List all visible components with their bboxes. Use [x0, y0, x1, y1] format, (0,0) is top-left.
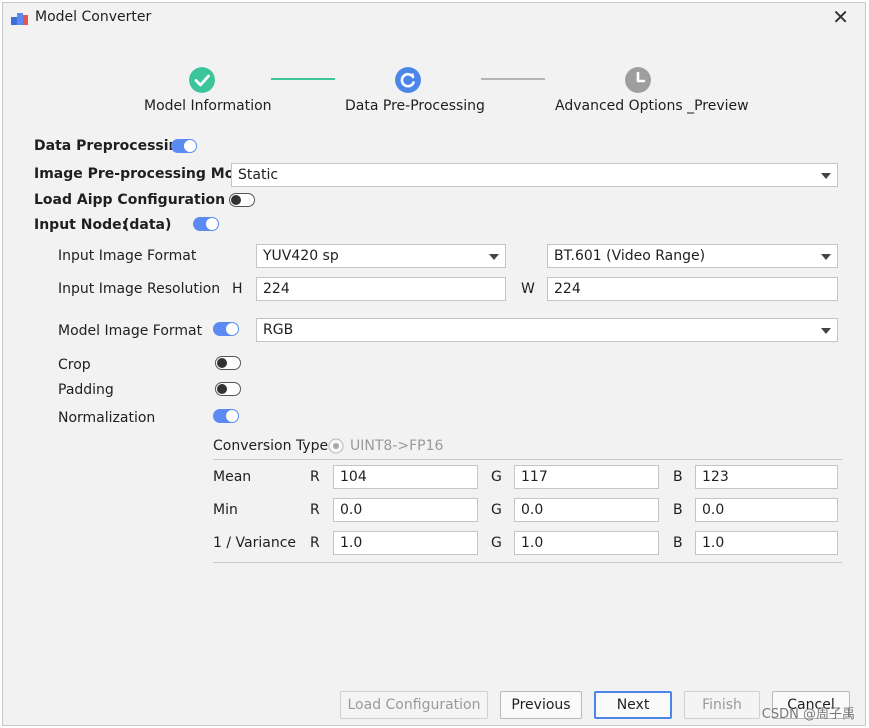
- divider: [213, 459, 842, 460]
- input-image-format-value: YUV420 sp: [263, 248, 339, 264]
- min-r-value: 0.0: [340, 502, 363, 518]
- app-logo-icon: [11, 13, 28, 25]
- channel-r-label: R: [310, 502, 320, 518]
- min-g-value: 0.0: [521, 502, 544, 518]
- input-image-format-select[interactable]: YUV420 sp: [256, 244, 506, 268]
- variance-r-value: 1.0: [340, 535, 363, 551]
- preprocessing-mode-label: Image Pre-processing Mode: [34, 166, 254, 182]
- min-b-value: 0.0: [702, 502, 725, 518]
- divider: [213, 562, 842, 563]
- input-node-toggle[interactable]: [193, 217, 219, 231]
- channel-r-label: R: [310, 469, 320, 485]
- step-label-advanced-options: Advanced Options _Preview: [555, 98, 749, 114]
- input-resolution-label: Input Image Resolution: [58, 281, 221, 297]
- data-preprocessing-toggle[interactable]: [171, 139, 197, 153]
- data-preprocessing-label: Data Preprocessing: [34, 138, 189, 154]
- crop-label: Crop: [58, 357, 91, 373]
- variance-g-value: 1.0: [521, 535, 544, 551]
- load-aipp-label: Load Aipp Configuration: [34, 192, 226, 208]
- model-image-format-toggle[interactable]: [213, 322, 239, 336]
- chevron-down-icon: [821, 173, 831, 179]
- mean-g-input[interactable]: 117: [514, 465, 659, 489]
- channel-g-label: G: [491, 502, 502, 518]
- mean-b-input[interactable]: 123: [695, 465, 838, 489]
- variance-label: 1 / Variance: [213, 535, 297, 551]
- mean-label: Mean: [213, 469, 252, 485]
- model-image-format-value: RGB: [263, 322, 294, 338]
- preprocessing-mode-select[interactable]: Static: [231, 163, 838, 187]
- min-label: Min: [213, 502, 238, 518]
- height-value: 224: [263, 281, 290, 297]
- height-label: H: [232, 281, 243, 297]
- height-input[interactable]: 224: [256, 277, 506, 301]
- channel-b-label: B: [673, 502, 683, 518]
- variance-b-value: 1.0: [702, 535, 725, 551]
- mean-g-value: 117: [521, 469, 548, 485]
- input-node-label: Input Node:: [34, 217, 128, 233]
- model-image-format-select[interactable]: RGB: [256, 318, 838, 342]
- width-label: W: [521, 281, 535, 297]
- chevron-down-icon: [821, 254, 831, 260]
- crop-toggle[interactable]: [215, 356, 241, 370]
- close-icon[interactable]: ✕: [832, 5, 849, 29]
- model-converter-window: Model Converter ✕ Model Information Data…: [2, 2, 866, 726]
- chevron-down-icon: [821, 328, 831, 334]
- padding-toggle[interactable]: [215, 382, 241, 396]
- input-image-format-label: Input Image Format: [58, 248, 197, 264]
- width-value: 224: [554, 281, 581, 297]
- step-connector-done: [271, 78, 335, 80]
- variance-r-input[interactable]: 1.0: [333, 531, 478, 555]
- chevron-down-icon: [489, 254, 499, 260]
- next-button[interactable]: Next: [594, 691, 672, 719]
- variance-b-input[interactable]: 1.0: [695, 531, 838, 555]
- normalization-toggle[interactable]: [213, 409, 239, 423]
- clock-icon: [625, 67, 651, 93]
- conversion-option-label: UINT8->FP16: [350, 438, 444, 454]
- title-bar: Model Converter ✕: [3, 3, 865, 33]
- variance-g-input[interactable]: 1.0: [514, 531, 659, 555]
- window-title: Model Converter: [35, 9, 152, 25]
- conversion-type-label: Conversion Type: [213, 438, 329, 454]
- padding-label: Padding: [58, 382, 114, 398]
- radio-selected-icon[interactable]: [328, 438, 344, 454]
- step-connector-pending: [481, 78, 545, 80]
- channel-g-label: G: [491, 535, 502, 551]
- load-aipp-toggle[interactable]: [229, 193, 255, 207]
- min-b-input[interactable]: 0.0: [695, 498, 838, 522]
- channel-r-label: R: [310, 535, 320, 551]
- mean-b-value: 123: [702, 469, 729, 485]
- min-g-input[interactable]: 0.0: [514, 498, 659, 522]
- refresh-icon: [395, 67, 421, 93]
- finish-button[interactable]: Finish: [684, 691, 760, 719]
- normalization-label: Normalization: [58, 410, 156, 426]
- step-label-model-information: Model Information: [144, 98, 272, 114]
- color-range-value: BT.601 (Video Range): [554, 248, 706, 264]
- mean-r-value: 104: [340, 469, 367, 485]
- watermark: CSDN @周子禹: [761, 707, 855, 722]
- previous-button[interactable]: Previous: [500, 691, 582, 719]
- width-input[interactable]: 224: [547, 277, 838, 301]
- input-node-name: (data): [123, 217, 172, 233]
- model-image-format-label: Model Image Format: [58, 323, 203, 339]
- color-range-select[interactable]: BT.601 (Video Range): [547, 244, 838, 268]
- channel-g-label: G: [491, 469, 502, 485]
- step-label-data-preprocessing: Data Pre-Processing: [345, 98, 485, 114]
- load-configuration-button[interactable]: Load Configuration: [340, 691, 488, 719]
- min-r-input[interactable]: 0.0: [333, 498, 478, 522]
- channel-b-label: B: [673, 535, 683, 551]
- mean-r-input[interactable]: 104: [333, 465, 478, 489]
- channel-b-label: B: [673, 469, 683, 485]
- check-icon: [189, 67, 215, 93]
- preprocessing-mode-value: Static: [238, 167, 279, 183]
